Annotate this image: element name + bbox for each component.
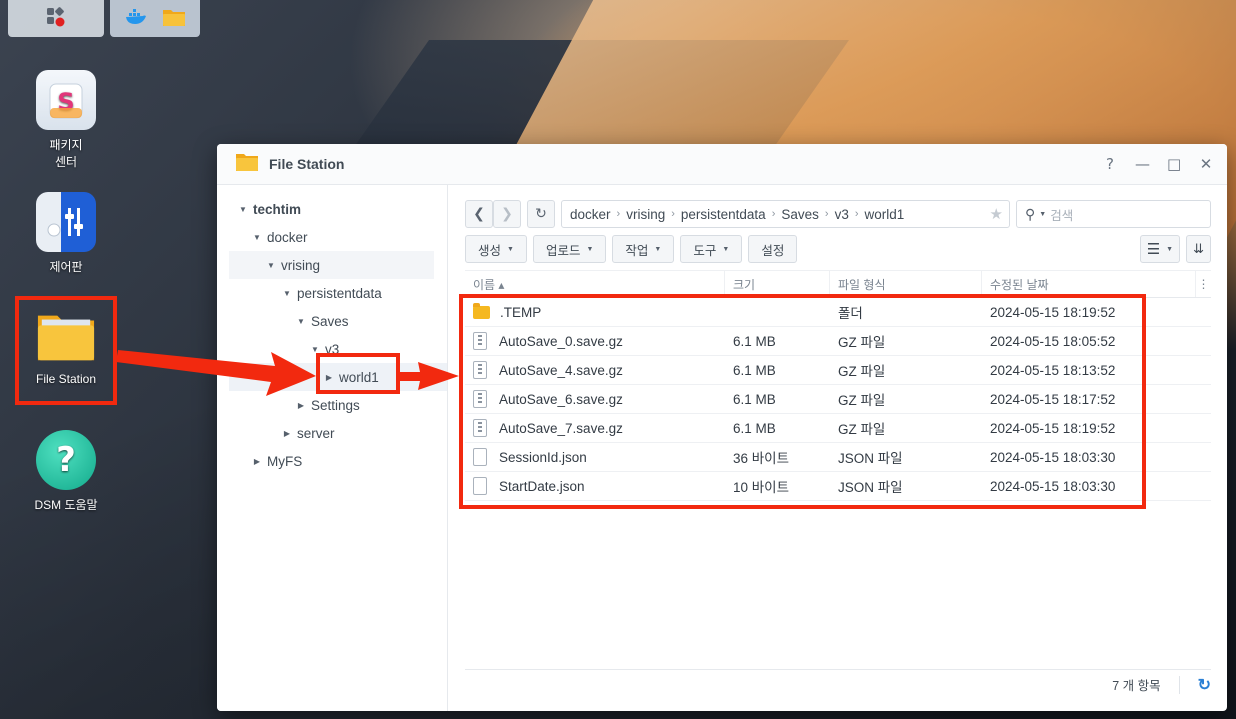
- arrow-to-world1-icon: [116, 350, 316, 396]
- arrow-to-file-list-icon: [400, 362, 459, 390]
- annotation-arrows: [116, 350, 459, 396]
